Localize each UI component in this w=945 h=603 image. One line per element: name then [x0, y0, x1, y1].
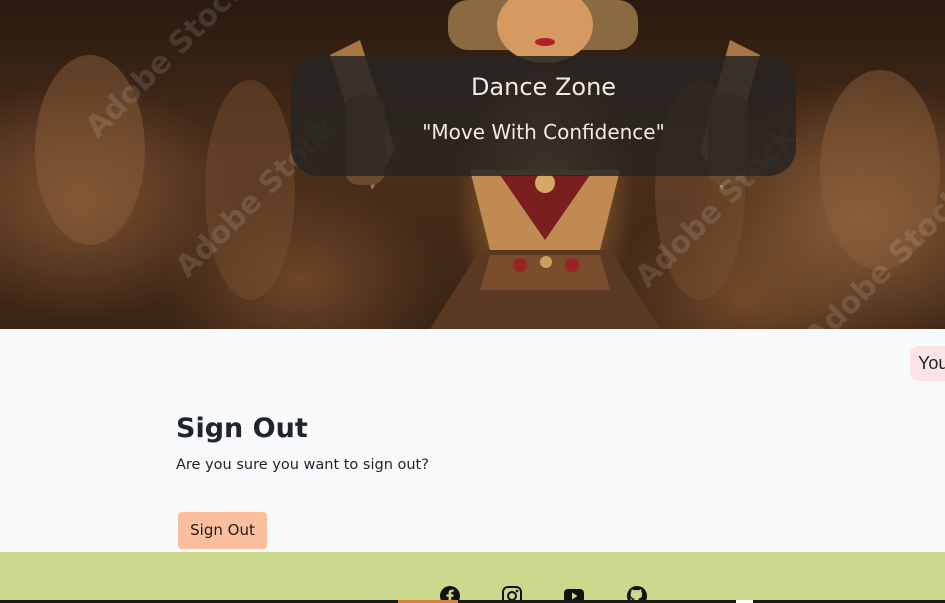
hero-banner: Adobe Stock Adobe Stock Adobe Stock Adob…: [0, 0, 945, 329]
sign-out-button[interactable]: Sign Out: [178, 512, 267, 549]
page-title: Sign Out: [176, 413, 308, 444]
toast-message: You: [910, 346, 945, 381]
hero-card: Dance Zone "Move With Confidence": [291, 56, 796, 176]
footer: [0, 552, 945, 603]
signout-message: Are you sure you want to sign out?: [176, 457, 429, 473]
site-tagline: "Move With Confidence": [422, 120, 665, 144]
site-title: Dance Zone: [470, 73, 617, 101]
